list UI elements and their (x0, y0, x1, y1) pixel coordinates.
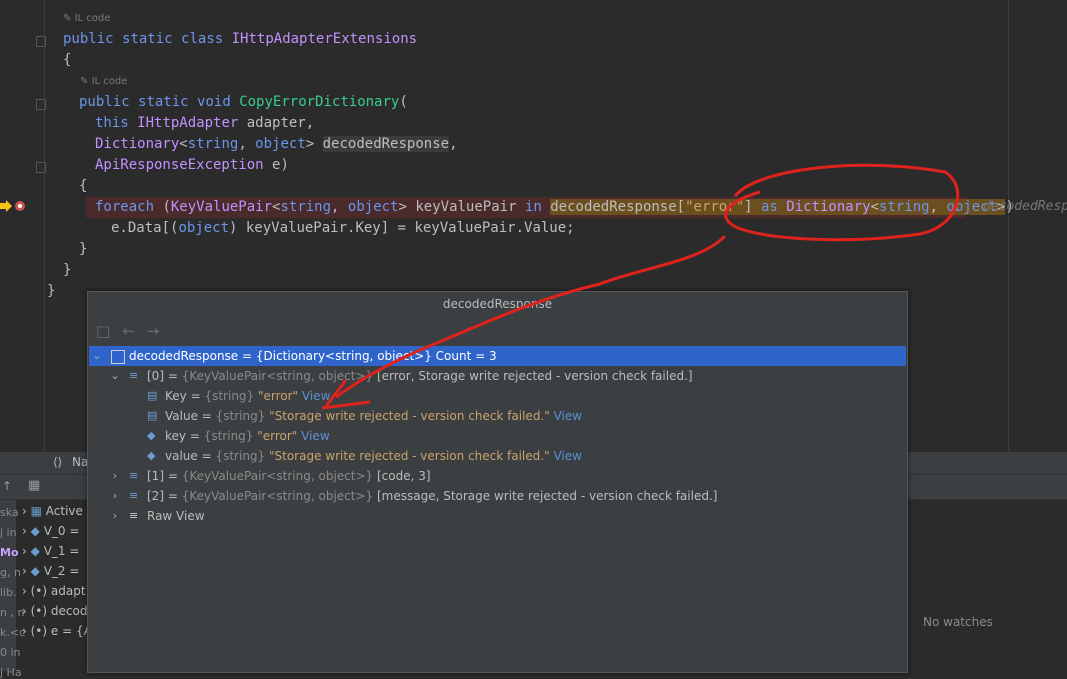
view-link[interactable]: View (301, 429, 329, 443)
il-code-hint[interactable]: ✎ IL code (63, 13, 110, 24)
variable-row[interactable]: › (•) e = {A (22, 621, 92, 641)
no-watches-label: No watches (923, 615, 993, 629)
class-declaration: public static class IHttpAdapterExtensio… (63, 31, 418, 47)
property-icon: ▤ (147, 409, 158, 422)
tab-na[interactable]: Na (72, 455, 88, 469)
chevron-right-icon[interactable]: › (109, 506, 121, 526)
variable-row[interactable]: › (•) decod (22, 601, 87, 621)
il-code-label: IL code (74, 13, 111, 24)
debug-value-popup: decodedResponse □ ← → ⌄ decodedResponse = … (87, 291, 908, 673)
tree-row[interactable]: › ≡ [2] = {KeyValuePair<string, object>}… (89, 486, 906, 506)
view-link[interactable]: View (554, 409, 582, 423)
frame-item[interactable]: Mo (0, 546, 19, 559)
breakpoint-icon[interactable] (14, 200, 26, 212)
il-code-hint[interactable]: ✎ IL code (80, 76, 127, 87)
tree-row[interactable]: ◆ key = {string} "error" View (89, 426, 906, 446)
variable-row[interactable]: › (•) adapt (22, 581, 86, 601)
inlay-hint: decodedResp (983, 199, 1067, 214)
frame-item[interactable]: j Ha (0, 666, 22, 679)
code-brackets-icon: ⟨⟩ (53, 455, 63, 469)
parameter-icon: (•) (30, 604, 48, 618)
frame-item[interactable]: ska (0, 506, 19, 519)
namespace-brace-close: } (47, 283, 56, 299)
method-brace-open: { (79, 178, 88, 194)
class-brace-open: { (63, 52, 72, 68)
variable-row[interactable]: › ◆ V_0 = (22, 521, 79, 541)
frame-item[interactable]: j in (0, 526, 17, 539)
tree-row[interactable]: ◆ value = {string} "Storage write reject… (89, 446, 906, 466)
forward-button[interactable]: → (147, 322, 160, 340)
fold-icon[interactable] (36, 162, 46, 173)
method-brace-close: } (79, 241, 88, 257)
gutter-divider (44, 0, 45, 452)
fold-icon[interactable] (36, 99, 46, 110)
frames-list: ska j in Mo g, n lib. n , n k.<c 0 in j … (0, 500, 25, 679)
chevron-down-icon[interactable]: ⌄ (91, 346, 103, 366)
value-tree: ⌄ decodedResponse = {Dictionary<string, … (89, 346, 906, 526)
execution-arrow-icon (0, 200, 12, 212)
parameter-icon: (•) (30, 624, 48, 638)
table-icon (111, 350, 125, 364)
tree-row[interactable]: ⌄ ≡ [0] = {KeyValuePair<string, object>}… (89, 366, 906, 386)
variable-row[interactable]: › ◆ V_2 = (22, 561, 79, 581)
popup-toolbar: □ ← → (96, 322, 171, 342)
param-exception: ApiResponseException e) (95, 157, 289, 173)
tree-row[interactable]: ▤ Key = {string} "error" View (89, 386, 906, 406)
view-link[interactable]: View (553, 449, 581, 463)
tree-row[interactable]: › ≡ [1] = {KeyValuePair<string, object>}… (89, 466, 906, 486)
field-icon: ◆ (30, 524, 40, 538)
raw-view-icon: ≡ (129, 509, 139, 522)
field-lock-icon: ◆ (147, 449, 156, 462)
view-link[interactable]: View (302, 389, 330, 403)
table-icon: ▦ (30, 504, 42, 518)
parameter-icon: (•) (30, 584, 48, 598)
right-margin (1008, 0, 1009, 452)
tree-row[interactable]: › ≡ Raw View (89, 506, 906, 526)
list-icon: ≡ (129, 369, 139, 382)
il-code-label: IL code (91, 76, 128, 87)
chevron-right-icon[interactable]: › (109, 466, 121, 486)
variable-row[interactable]: › ◆ V_1 = (22, 541, 79, 561)
back-button[interactable]: ← (122, 322, 135, 340)
frame-item[interactable]: lib. (0, 586, 17, 599)
popup-title: decodedResponse (442, 297, 553, 311)
step-icon[interactable]: ↑ (2, 479, 12, 493)
frame-item[interactable]: 0 in (0, 646, 21, 659)
field-lock-icon: ◆ (147, 429, 156, 442)
property-icon: ▤ (147, 389, 158, 402)
param-adapter: this IHttpAdapter adapter, (95, 115, 315, 131)
list-icon: ≡ (129, 469, 139, 482)
foreach-statement: foreach (KeyValuePair<string, object> ke… (95, 199, 1014, 215)
tree-row-root[interactable]: ⌄ decodedResponse = {Dictionary<string, … (89, 346, 906, 366)
folder-icon[interactable]: □ (96, 322, 110, 340)
field-icon: ◆ (30, 544, 40, 558)
table-icon[interactable]: ▦ (28, 478, 40, 493)
list-icon: ≡ (129, 489, 139, 502)
loop-body: e.Data[(object) keyValuePair.Key] = keyV… (111, 220, 575, 236)
chevron-right-icon[interactable]: › (109, 486, 121, 506)
field-icon: ◆ (30, 564, 40, 578)
frame-item[interactable]: g, n (0, 566, 21, 579)
chevron-down-icon[interactable]: ⌄ (109, 366, 121, 386)
fold-icon[interactable] (36, 36, 46, 47)
tree-row[interactable]: ▤ Value = {string} "Storage write reject… (89, 406, 906, 426)
variable-row[interactable]: › ▦ Active (22, 501, 83, 521)
frame-item[interactable]: n , n (0, 606, 24, 619)
param-decoded-response: Dictionary<string, object> decodedRespon… (95, 136, 458, 152)
method-declaration: public static void CopyErrorDictionary( (79, 94, 408, 110)
class-brace-close: } (63, 262, 72, 278)
